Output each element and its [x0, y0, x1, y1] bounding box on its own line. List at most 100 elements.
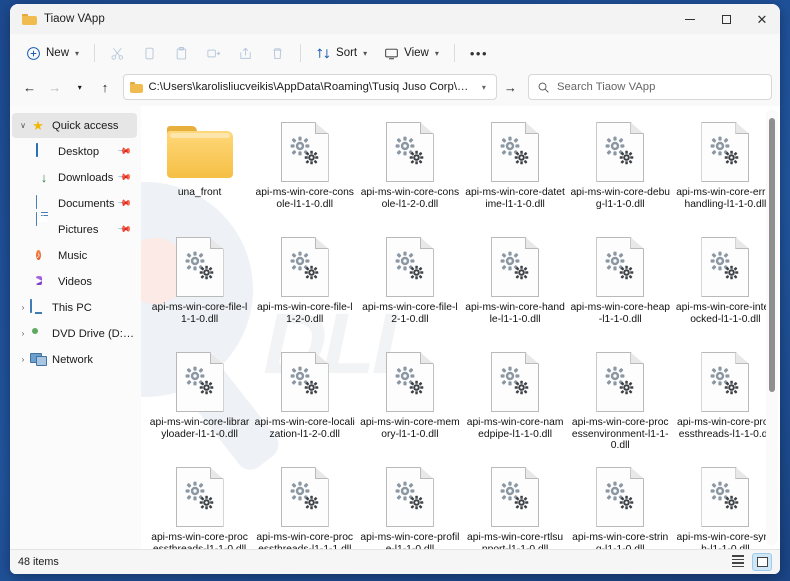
dll-file-icon: [701, 465, 749, 529]
file-item[interactable]: api-ms-win-core-debug-l1-1-0.dll: [568, 116, 673, 231]
file-item[interactable]: api-ms-win-core-console-l1-2-0.dll: [357, 116, 462, 231]
file-item[interactable]: api-ms-win-core-rtlsupport-l1-1-0.dll: [462, 461, 567, 549]
close-button[interactable]: ✕: [744, 4, 780, 34]
file-item[interactable]: api-ms-win-core-profile-l1-1-0.dll: [357, 461, 462, 549]
file-item[interactable]: api-ms-win-core-file-l1-2-0.dll: [252, 231, 357, 346]
file-grid: una_frontapi-ms-win-core-console-l1-1-0.…: [147, 116, 778, 549]
file-item[interactable]: api-ms-win-core-memory-l1-1-0.dll: [357, 346, 462, 461]
file-name-label: api-ms-win-core-handle-l1-1-0.dll: [464, 302, 565, 325]
details-view-icon: [732, 555, 744, 569]
sidebar-item-music[interactable]: ♪Music: [12, 243, 137, 268]
sidebar-item-documents[interactable]: Documents📌: [12, 191, 137, 216]
chevron-down-icon[interactable]: ▾: [478, 83, 490, 92]
file-name-label: api-ms-win-core-console-l1-1-0.dll: [254, 187, 355, 210]
sort-arrows-icon: [316, 46, 331, 61]
rename-icon: [206, 46, 221, 61]
maximize-button[interactable]: [708, 4, 744, 34]
dll-file-icon: [281, 350, 329, 414]
search-box[interactable]: Search Tiaow VApp: [528, 74, 772, 100]
folder-item[interactable]: una_front: [147, 116, 252, 231]
sidebar-item-network[interactable]: ›Network: [12, 347, 137, 372]
dll-file-icon: [176, 235, 224, 299]
paste-button[interactable]: [166, 39, 197, 67]
copy-button[interactable]: [134, 39, 165, 67]
toolbar-divider: [94, 44, 95, 62]
file-item[interactable]: api-ms-win-core-processthreads-l1-1-0.dl…: [147, 461, 252, 549]
search-placeholder: Search Tiaow VApp: [557, 81, 655, 93]
sidebar-item-downloads[interactable]: ↓Downloads📌: [12, 165, 137, 190]
sidebar-item-quick-access[interactable]: ∨★Quick access: [12, 113, 137, 138]
file-item[interactable]: api-ms-win-core-processenvironment-l1-1-…: [568, 346, 673, 461]
chevron-down-icon: ▾: [435, 49, 439, 58]
sidebar-item-dvd-drive-d-cccc[interactable]: ›DVD Drive (D:) CCCC: [12, 321, 137, 346]
file-list-area[interactable]: una_frontapi-ms-win-core-console-l1-1-0.…: [141, 106, 780, 549]
file-item[interactable]: api-ms-win-core-processthreads-l1-1-1.dl…: [252, 461, 357, 549]
cut-button[interactable]: [102, 39, 133, 67]
pin-icon: 📌: [117, 196, 133, 212]
file-item[interactable]: api-ms-win-core-heap-l1-1-0.dll: [568, 231, 673, 346]
star-icon: ★: [30, 118, 46, 134]
file-item[interactable]: api-ms-win-core-namedpipe-l1-1-0.dll: [462, 346, 567, 461]
this-pc-icon: [30, 300, 46, 316]
dll-file-icon: [596, 120, 644, 184]
sidebar-item-videos[interactable]: ▶Videos: [12, 269, 137, 294]
file-name-label: api-ms-win-core-console-l1-2-0.dll: [359, 187, 460, 210]
scissors-icon: [110, 46, 125, 61]
chevron-down-icon: ▾: [75, 49, 79, 58]
vertical-scrollbar[interactable]: [766, 110, 778, 545]
minimize-button[interactable]: [672, 4, 708, 34]
rename-button[interactable]: [198, 39, 229, 67]
file-item[interactable]: api-ms-win-core-string-l1-1-0.dll: [568, 461, 673, 549]
back-button[interactable]: ←: [18, 74, 41, 100]
go-button[interactable]: →: [499, 74, 522, 100]
sidebar-item-label: Downloads: [58, 172, 113, 184]
file-item[interactable]: api-ms-win-core-libraryloader-l1-1-0.dll: [147, 346, 252, 461]
recent-locations-button[interactable]: ▾: [68, 74, 91, 100]
address-bar[interactable]: C:\Users\karolisliucveikis\AppData\Roami…: [123, 74, 497, 100]
chevron-down-icon[interactable]: ∨: [16, 121, 30, 130]
chevron-right-icon[interactable]: ›: [16, 303, 30, 312]
file-item[interactable]: api-ms-win-core-file-l1-1-0.dll: [147, 231, 252, 346]
navigation-sidebar: ∨★Quick accessDesktop📌↓Downloads📌Documen…: [10, 106, 141, 549]
sidebar-item-desktop[interactable]: Desktop📌: [12, 139, 137, 164]
toolbar-divider-3: [454, 44, 455, 62]
dll-file-icon: [491, 235, 539, 299]
sidebar-item-this-pc[interactable]: ›This PC: [12, 295, 137, 320]
forward-button[interactable]: →: [43, 74, 66, 100]
file-item[interactable]: api-ms-win-core-console-l1-1-0.dll: [252, 116, 357, 231]
more-options-button[interactable]: •••: [462, 39, 496, 67]
dll-file-icon: [386, 120, 434, 184]
file-item[interactable]: api-ms-win-core-file-l2-1-0.dll: [357, 231, 462, 346]
sidebar-item-label: Pictures: [58, 224, 98, 236]
folder-icon: [167, 120, 233, 184]
dll-file-icon: [596, 465, 644, 529]
large-icons-view-button[interactable]: [752, 553, 772, 571]
sort-button[interactable]: Sort ▾: [308, 39, 375, 67]
dll-file-icon: [386, 465, 434, 529]
file-item[interactable]: api-ms-win-core-localization-l1-2-0.dll: [252, 346, 357, 461]
file-item[interactable]: api-ms-win-core-processthreads-l1-1-0.dl…: [673, 346, 778, 461]
share-button[interactable]: [230, 39, 261, 67]
chevron-right-icon[interactable]: ›: [16, 355, 30, 364]
dll-file-icon: [176, 350, 224, 414]
dll-file-icon: [176, 465, 224, 529]
sidebar-item-pictures[interactable]: Pictures📌: [12, 217, 137, 242]
folder-icon: [22, 13, 37, 25]
up-button[interactable]: ↑: [93, 74, 116, 100]
file-name-label: api-ms-win-core-synch-l1-1-0.dll: [675, 532, 776, 549]
new-button[interactable]: New ▾: [18, 39, 87, 67]
chevron-right-icon[interactable]: ›: [16, 329, 30, 338]
file-item[interactable]: api-ms-win-core-synch-l1-1-0.dll: [673, 461, 778, 549]
view-button[interactable]: View ▾: [376, 39, 447, 67]
file-item[interactable]: api-ms-win-core-handle-l1-1-0.dll: [462, 231, 567, 346]
videos-icon: ▶: [36, 274, 52, 290]
new-button-label: New: [46, 47, 69, 59]
file-item[interactable]: api-ms-win-core-interlocked-l1-1-0.dll: [673, 231, 778, 346]
delete-button[interactable]: [262, 39, 293, 67]
explorer-body: DLL DLL ∨★Quick accessDesktop📌↓Downloads…: [10, 106, 780, 549]
file-item[interactable]: api-ms-win-core-errorhandling-l1-1-0.dll: [673, 116, 778, 231]
scrollbar-thumb[interactable]: [769, 118, 775, 392]
file-item[interactable]: api-ms-win-core-datetime-l1-1-0.dll: [462, 116, 567, 231]
file-name-label: api-ms-win-core-string-l1-1-0.dll: [570, 532, 671, 549]
details-view-button[interactable]: [728, 553, 748, 571]
